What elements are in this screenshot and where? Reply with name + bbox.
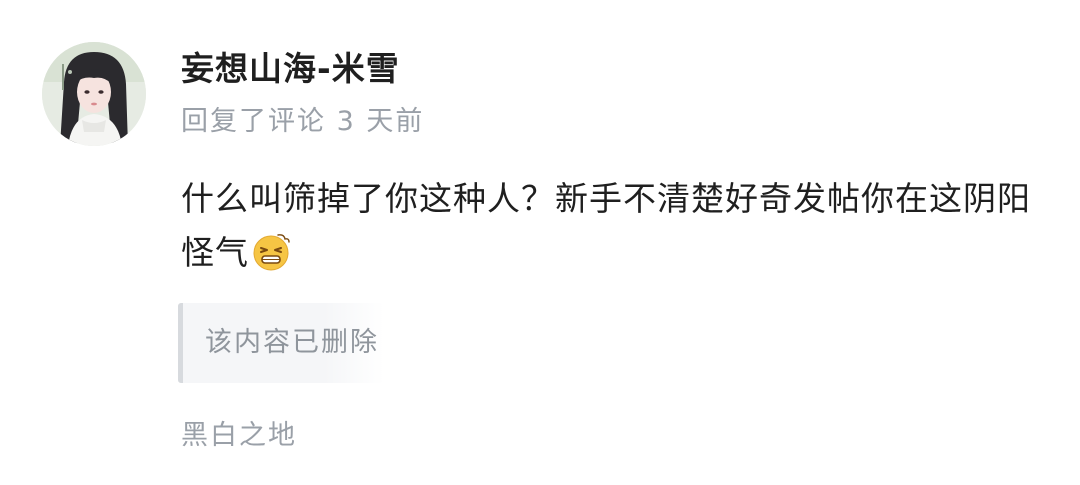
quoted-comment[interactable]: 该内容已删除 (178, 303, 384, 383)
topic-link[interactable]: 黑白之地 (181, 418, 297, 454)
tired-face-emoji-icon (253, 234, 290, 271)
quoted-comment-text: 该内容已删除 (205, 327, 379, 358)
username[interactable]: 妄想山海-米雪 (181, 47, 400, 91)
reply-meta: 回复了评论 3 天前 (181, 104, 424, 140)
reply-action: 回复了评论 (181, 106, 326, 137)
comment-notification-card[interactable]: 妄想山海-米雪 回复了评论 3 天前 什么叫筛掉了你这种人？新手不清楚好奇发帖你… (0, 0, 1080, 485)
comment-body[interactable]: 什么叫筛掉了你这种人？新手不清楚好奇发帖你在这阴阳怪气 (181, 172, 1041, 280)
comment-text: 什么叫筛掉了你这种人？新手不清楚好奇发帖你在这阴阳怪气 (181, 179, 1031, 272)
reply-time: 3 天前 (336, 106, 425, 137)
user-avatar[interactable] (42, 42, 146, 146)
avatar-illustration-icon (42, 42, 146, 146)
